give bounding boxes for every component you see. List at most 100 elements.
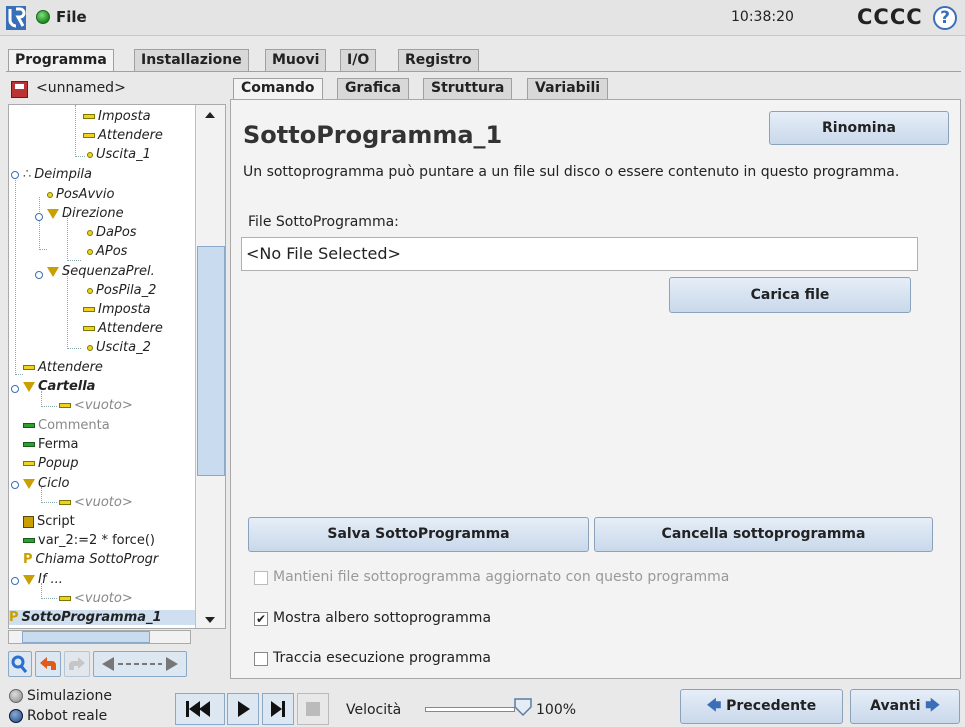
tree-node[interactable]: PosPila_2 (87, 283, 156, 298)
tree-node[interactable]: Commenta (23, 418, 110, 433)
help-icon[interactable]: ? (933, 6, 957, 30)
scrollbar-thumb[interactable] (197, 246, 225, 476)
subprogram-file-field[interactable]: <No File Selected> (241, 237, 918, 271)
tree-node[interactable]: <vuoto> (59, 591, 133, 606)
redo-icon[interactable] (64, 651, 90, 677)
tree-node-selected[interactable]: P SottoProgramma_1 (9, 610, 195, 625)
collapse-pin-icon[interactable] (35, 213, 43, 221)
show-tree-label: Mostra albero sottoprogramma (273, 610, 492, 626)
program-tree[interactable]: Imposta Attendere Uscita_1 ∴ Deimpila Pos… (8, 104, 226, 629)
tree-node[interactable]: Ferma (23, 437, 79, 452)
play-button[interactable] (227, 693, 259, 725)
file-status-icon[interactable] (36, 10, 50, 24)
tree-node[interactable]: Popup (23, 456, 79, 471)
tree-node[interactable]: Direzione (47, 206, 124, 221)
speed-slider-knob-icon[interactable] (513, 697, 533, 717)
collapse-pin-icon[interactable] (11, 385, 19, 393)
previous-label: Precedente (726, 698, 817, 714)
previous-button[interactable]: 🡄 Precedente (680, 689, 843, 724)
file-menu[interactable]: File (56, 8, 87, 26)
tab-variabili[interactable]: Variabili (527, 78, 609, 99)
tree-node[interactable]: Uscita_1 (87, 147, 151, 162)
tree-node[interactable]: DaPos (87, 225, 137, 240)
loop-icon (23, 478, 35, 489)
tree-node-label: <vuoto> (74, 398, 133, 413)
tree-node-label: PosAvvio (56, 187, 115, 202)
tree-node[interactable]: P Chiama SottoProgr (23, 552, 158, 567)
tab-io[interactable]: I/O (340, 49, 377, 71)
simulation-label: Simulazione (27, 688, 113, 704)
tree-node-label: <vuoto> (74, 591, 133, 606)
tree-node[interactable]: Cartella (23, 379, 95, 394)
tree-node-label: Deimpila (34, 167, 93, 182)
stop-button[interactable] (297, 693, 329, 725)
tree-node-label: SequenzaPrel. (62, 264, 155, 279)
tree-node[interactable]: <vuoto> (59, 398, 133, 413)
popup-icon (23, 461, 35, 466)
keep-updated-checkbox[interactable] (254, 571, 268, 585)
top-bar (0, 0, 965, 36)
scroll-up-icon[interactable] (197, 107, 223, 123)
real-robot-radio[interactable] (9, 709, 23, 723)
tree-node-label: Ciclo (38, 476, 70, 491)
wait-icon (83, 326, 95, 331)
collapse-pin-icon[interactable] (35, 271, 43, 279)
keep-updated-label: Mantieni file sottoprogramma aggiornato … (273, 569, 730, 585)
rename-button[interactable]: Rinomina (769, 111, 949, 145)
tree-node[interactable]: If ... (23, 572, 63, 587)
tree-node[interactable]: Ciclo (23, 476, 69, 491)
search-icon[interactable] (8, 651, 32, 677)
save-program-icon[interactable] (11, 81, 28, 98)
trace-execution-checkbox[interactable] (254, 652, 268, 666)
tab-programma[interactable]: Programma (8, 49, 114, 72)
tree-node[interactable]: Attendere (83, 321, 163, 336)
tab-installazione[interactable]: Installazione (134, 49, 249, 71)
show-tree-checkbox[interactable]: ✔ (254, 612, 268, 626)
arrow-left-icon: 🡄 (706, 698, 722, 714)
waypoint-icon (87, 287, 93, 294)
speed-slider[interactable] (425, 707, 515, 712)
save-subprogram-button[interactable]: Salva SottoProgramma (248, 517, 589, 552)
collapse-pin-icon[interactable] (11, 171, 19, 179)
move-node-icon[interactable] (93, 651, 187, 677)
next-button[interactable]: Avanti 🡆 (850, 689, 960, 724)
tree-node[interactable]: Attendere (23, 360, 103, 375)
step-button[interactable] (262, 693, 294, 725)
tree-node-label: Uscita_2 (96, 340, 151, 355)
tab-registro[interactable]: Registro (398, 49, 479, 71)
load-file-button[interactable]: Carica file (669, 277, 911, 313)
wait-icon (83, 133, 95, 138)
collapse-pin-icon[interactable] (11, 481, 19, 489)
tree-node-label: APos (96, 244, 128, 259)
tab-comando[interactable]: Comando (233, 78, 323, 100)
scroll-down-icon[interactable] (197, 612, 223, 628)
tree-node[interactable]: Imposta (83, 109, 151, 124)
tree-node[interactable]: ∴ Deimpila (23, 167, 92, 182)
tree-node[interactable]: SequenzaPrel. (47, 264, 155, 279)
tab-muovi[interactable]: Muovi (265, 49, 327, 71)
tab-divider (6, 71, 961, 72)
waypoint-icon (87, 344, 93, 351)
tree-node[interactable]: Imposta (83, 302, 151, 317)
script-icon (23, 515, 34, 528)
tree-node[interactable]: <vuoto> (59, 495, 133, 510)
collapse-pin-icon[interactable] (11, 577, 19, 585)
tree-node[interactable]: Script (23, 514, 75, 529)
tab-grafica[interactable]: Grafica (337, 78, 409, 99)
tree-node[interactable]: Attendere (83, 128, 163, 143)
scrollbar-thumb[interactable] (22, 631, 150, 643)
simulation-radio[interactable] (9, 689, 23, 703)
comment-icon (23, 423, 35, 428)
tree-node[interactable]: var_2:=2 * force() (23, 533, 155, 548)
tab-struttura[interactable]: Struttura (423, 78, 513, 99)
ur-logo-icon[interactable] (6, 6, 26, 30)
tree-node[interactable]: APos (87, 244, 127, 259)
delete-subprogram-button[interactable]: Cancella sottoprogramma (594, 517, 933, 552)
tree-node-label: PosPila_2 (96, 283, 157, 298)
arrow-right-icon: 🡆 (925, 698, 940, 714)
rewind-button[interactable] (175, 693, 225, 725)
undo-icon[interactable] (35, 651, 61, 677)
tree-node[interactable]: PosAvvio (47, 187, 114, 202)
tree-node[interactable]: Uscita_2 (87, 340, 151, 355)
tree-node-label: Uscita_1 (96, 147, 151, 162)
